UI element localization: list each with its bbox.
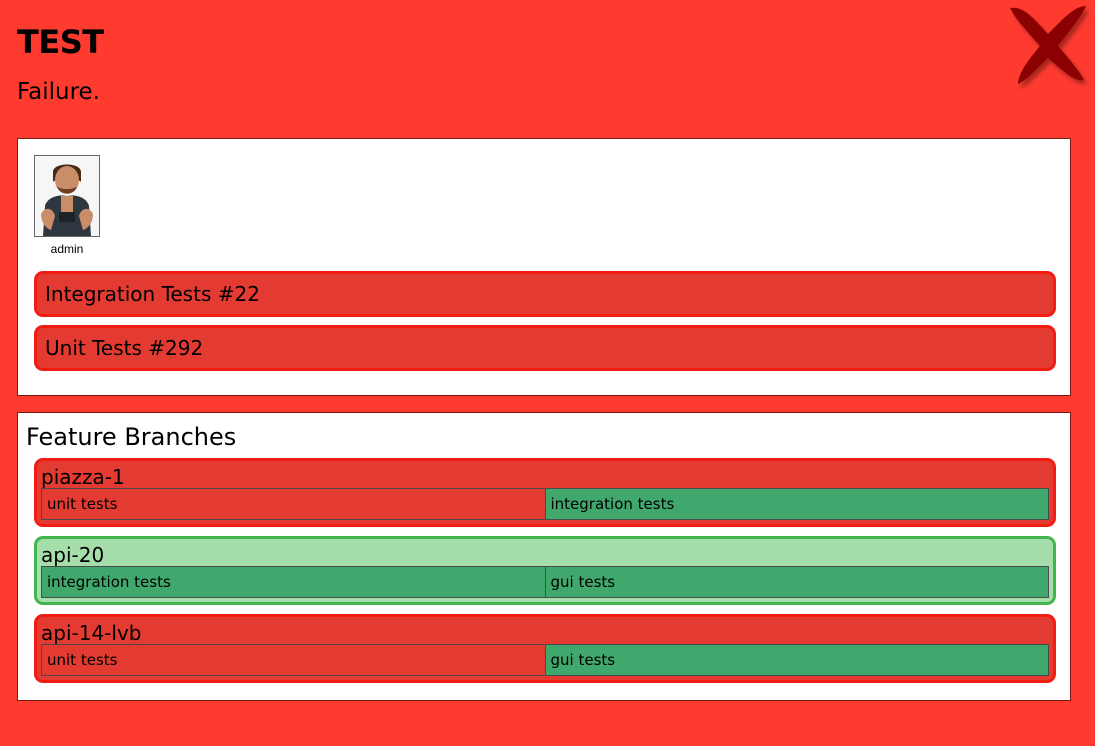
branch-jobs: integration tests gui tests <box>41 566 1049 598</box>
feature-branches-heading: Feature Branches <box>26 423 237 451</box>
branch-name: api-20 <box>41 543 105 567</box>
branch-job-unit-tests[interactable]: unit tests <box>41 488 546 520</box>
branch-api-14-lvb[interactable]: api-14-lvb unit tests gui tests <box>34 614 1056 683</box>
branch-job-gui-tests[interactable]: gui tests <box>544 566 1049 598</box>
branch-jobs: unit tests gui tests <box>41 644 1049 676</box>
branch-job-gui-tests[interactable]: gui tests <box>544 644 1049 676</box>
branch-name: api-14-lvb <box>41 621 142 645</box>
branch-jobs: unit tests integration tests <box>41 488 1049 520</box>
page-title: TEST <box>17 23 104 61</box>
branch-name: piazza-1 <box>41 465 125 489</box>
culprit-block: admin <box>34 155 100 256</box>
build-status-text: Failure. <box>17 79 100 105</box>
build-panel: admin Integration Tests #22 Unit Tests #… <box>17 138 1071 396</box>
feature-branches-panel: Feature Branches piazza-1 unit tests int… <box>17 412 1071 701</box>
branch-job-integration-tests[interactable]: integration tests <box>41 566 546 598</box>
culprit-name: admin <box>50 242 84 256</box>
job-integration-tests[interactable]: Integration Tests #22 <box>34 271 1056 317</box>
branch-api-20[interactable]: api-20 integration tests gui tests <box>34 536 1056 605</box>
job-unit-tests[interactable]: Unit Tests #292 <box>34 325 1056 371</box>
branch-job-unit-tests[interactable]: unit tests <box>41 644 546 676</box>
branch-job-integration-tests[interactable]: integration tests <box>544 488 1049 520</box>
branch-piazza-1[interactable]: piazza-1 unit tests integration tests <box>34 458 1056 527</box>
avatar[interactable] <box>34 155 100 237</box>
x-mark-icon <box>1010 6 1086 84</box>
